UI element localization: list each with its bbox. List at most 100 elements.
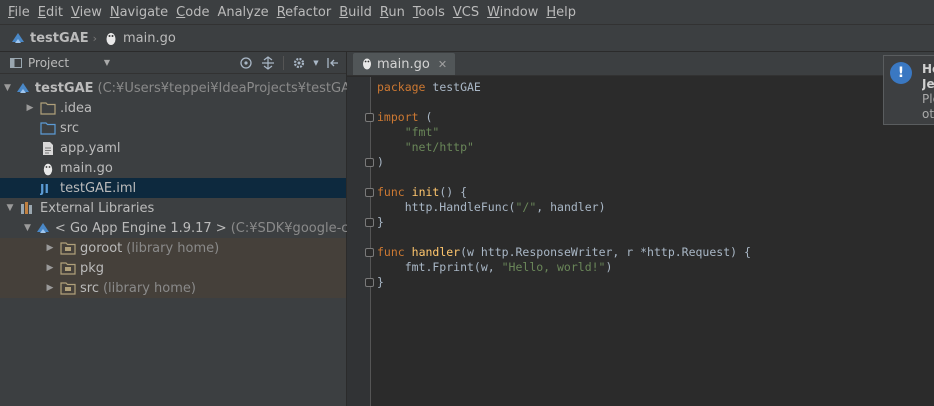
fold-marker-icon[interactable] (365, 188, 374, 197)
fold-marker-icon[interactable] (365, 218, 374, 227)
iml-file-icon: JI (40, 180, 56, 196)
menu-navigate[interactable]: Navigate (106, 0, 172, 25)
menu-help[interactable]: Help (542, 0, 580, 25)
code-token: () { (439, 185, 468, 199)
expanded-arrow-icon[interactable]: ▼ (24, 223, 31, 233)
collapsed-arrow-icon[interactable]: ▶ (24, 103, 36, 113)
tree-item-hint: (C:¥Users¥teppei¥IdeaProjects¥testGAE) (97, 80, 364, 96)
tree-item[interactable]: ▶ src (library home) (0, 278, 346, 298)
fold-marker-icon[interactable] (365, 278, 374, 287)
menu-mnemonic: E (37, 4, 46, 20)
menu-refactor[interactable]: Refactor (273, 0, 336, 25)
project-tool-window: Project ▼ ▼ ▼ testGAE (C:¥Users¥teppei¥Ide… (0, 52, 376, 406)
tree-item[interactable]: ▶ .idea (0, 98, 346, 118)
menu-edit[interactable]: Edit (34, 0, 67, 25)
tree-item[interactable]: ▼ External Libraries (0, 198, 346, 218)
code-token: handler (411, 245, 461, 259)
code-content[interactable]: package testGAE import ( "fmt" "net/http… (377, 80, 751, 290)
info-icon: ! (890, 62, 912, 84)
expanded-arrow-icon[interactable]: ▼ (4, 83, 11, 93)
menu-build[interactable]: Build (335, 0, 376, 25)
code-token: http.HandleFunc( (377, 200, 516, 214)
code-token: init (411, 185, 440, 199)
menu-mnemonic: W (487, 4, 500, 20)
fold-marker-icon[interactable] (365, 248, 374, 257)
project-panel-toolbar: ▼ (237, 54, 342, 72)
gae-project-icon (15, 80, 31, 96)
notification-title: He (922, 62, 934, 76)
menu-mnemonic: C (176, 4, 186, 20)
menu-run[interactable]: Run (376, 0, 409, 25)
code-token: , handler) (536, 200, 606, 214)
code-token: ( (418, 110, 433, 124)
breadcrumb-file-label: main.go (123, 30, 176, 46)
menu-file[interactable]: File (4, 0, 34, 25)
gear-dropdown-icon[interactable]: ▼ (312, 54, 320, 72)
tree-item-label: src (60, 120, 79, 136)
gear-icon[interactable] (290, 54, 308, 72)
menu-mnemonic: B (339, 4, 349, 20)
editor-gutter (347, 77, 371, 406)
tree-item-label: pkg (80, 260, 105, 276)
tree-item-label: .idea (60, 100, 92, 116)
scroll-from-source-icon[interactable] (237, 54, 255, 72)
gae-project-icon (10, 30, 26, 46)
tree-item[interactable]: ▶ goroot (library home) (0, 238, 346, 258)
tree-item-label: External Libraries (40, 200, 155, 216)
tree-item-label: app.yaml (60, 140, 121, 156)
code-line: } (377, 215, 751, 230)
tree-item[interactable]: ▶ pkg (0, 258, 346, 278)
menu-view[interactable]: View (67, 0, 106, 25)
tree-item[interactable]: ▼ < Go App Engine 1.9.17 > (C:¥SDK¥google-… (0, 218, 376, 238)
collapsed-arrow-icon[interactable]: ▶ (44, 283, 56, 293)
library-folder-icon (60, 280, 76, 296)
hide-panel-icon[interactable] (324, 54, 342, 72)
tree-item-label: main.go (60, 160, 113, 176)
folder-icon (40, 100, 56, 116)
tab-main-go[interactable]: main.go ✕ (353, 53, 456, 75)
tree-item[interactable]: app.yaml (0, 138, 346, 158)
breadcrumb-file[interactable]: main.go (103, 30, 176, 46)
notification-popup[interactable]: ! He Je Ple oth (883, 55, 934, 125)
tree-item[interactable]: ▼ testGAE (C:¥Users¥teppei¥IdeaProjects¥te… (0, 78, 363, 98)
collapsed-arrow-icon[interactable]: ▶ (44, 243, 56, 253)
menu-mnemonic: V (70, 4, 80, 20)
menu-vcs[interactable]: VCS (449, 0, 483, 25)
code-token: ) (377, 155, 384, 169)
notification-body-1: Ple (922, 92, 934, 106)
go-file-icon (40, 160, 56, 176)
toolbar-divider (283, 56, 284, 70)
menu-tools[interactable]: Tools (409, 0, 449, 25)
fold-marker-icon[interactable] (365, 113, 374, 122)
code-line: package testGAE (377, 80, 751, 95)
menu-label: avigate (119, 4, 169, 20)
close-icon[interactable]: ✕ (438, 58, 447, 71)
code-line: func handler(w http.ResponseWriter, r *h… (377, 245, 751, 260)
code-line: import ( (377, 110, 751, 125)
tree-item[interactable]: JI testGAE.iml (0, 178, 346, 198)
code-line: "net/http" (377, 140, 751, 155)
project-view-dropdown[interactable]: Project ▼ (8, 54, 110, 72)
menu-mnemonic: V (452, 4, 462, 20)
menu-code[interactable]: Code (172, 0, 213, 25)
menu-mnemonic: R (276, 4, 286, 20)
code-token: import (377, 110, 419, 124)
code-token: "Hello, world!" (501, 260, 606, 274)
chevron-down-icon: ▼ (103, 58, 110, 67)
menu-analyze[interactable]: Analyze (213, 0, 272, 25)
collapsed-arrow-icon[interactable]: ▶ (44, 263, 56, 273)
collapse-all-icon[interactable] (259, 54, 277, 72)
fold-marker-icon[interactable] (365, 158, 374, 167)
menu-label: CS (461, 4, 480, 20)
tree-item[interactable]: main.go (0, 158, 346, 178)
libraries-icon (20, 200, 36, 216)
expanded-arrow-icon[interactable]: ▼ (4, 203, 16, 213)
tree-item-label: < Go App Engine 1.9.17 > (54, 220, 227, 236)
code-token: fmt.Fprint(w, (377, 260, 502, 274)
menu-label: indow (499, 4, 539, 20)
tree-item[interactable]: src (0, 118, 346, 138)
breadcrumb-project[interactable]: testGAE (10, 30, 89, 46)
menu-window[interactable]: Window (483, 0, 542, 25)
